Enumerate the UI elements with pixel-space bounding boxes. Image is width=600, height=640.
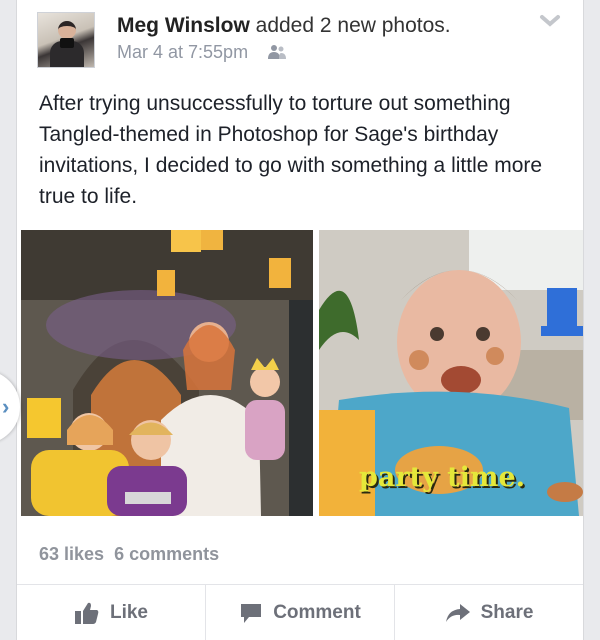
like-button[interactable]: Like xyxy=(17,585,206,640)
photo-grid: party time. xyxy=(21,230,583,516)
comment-button[interactable]: Comment xyxy=(206,585,395,640)
thumbs-up-icon xyxy=(74,602,99,624)
post-stats: 63 likes 6 comments xyxy=(39,544,219,565)
post-headline: Meg Winslow added 2 new photos. xyxy=(117,14,451,38)
post-timestamp[interactable]: Mar 4 at 7:55pm xyxy=(117,42,248,62)
likes-count[interactable]: 63 likes xyxy=(39,544,104,564)
chevron-down-icon[interactable] xyxy=(539,12,561,30)
post-text: After trying unsuccessfully to torture o… xyxy=(39,92,543,208)
photo-family[interactable] xyxy=(21,230,313,516)
friends-icon[interactable] xyxy=(267,44,287,65)
photo-baby[interactable]: party time. xyxy=(319,230,583,516)
comments-count[interactable]: 6 comments xyxy=(114,544,219,564)
chevron-right-icon: › xyxy=(2,394,10,419)
comment-icon xyxy=(241,603,262,623)
share-button[interactable]: Share xyxy=(395,585,583,640)
avatar[interactable] xyxy=(37,12,95,68)
share-icon xyxy=(445,603,470,622)
share-label: Share xyxy=(480,601,534,623)
post-meta: Mar 4 at 7:55pm xyxy=(117,42,287,65)
action-bar: Like Comment Share xyxy=(17,584,583,640)
comment-label: Comment xyxy=(273,601,361,623)
post-action-text: added 2 new photos. xyxy=(249,14,451,37)
like-label: Like xyxy=(109,601,149,623)
post-header: Meg Winslow added 2 new photos. Mar 4 at… xyxy=(37,12,567,70)
post-card: Meg Winslow added 2 new photos. Mar 4 at… xyxy=(16,0,584,640)
author-name[interactable]: Meg Winslow xyxy=(117,14,250,37)
photo-caption: party time. xyxy=(359,462,526,493)
